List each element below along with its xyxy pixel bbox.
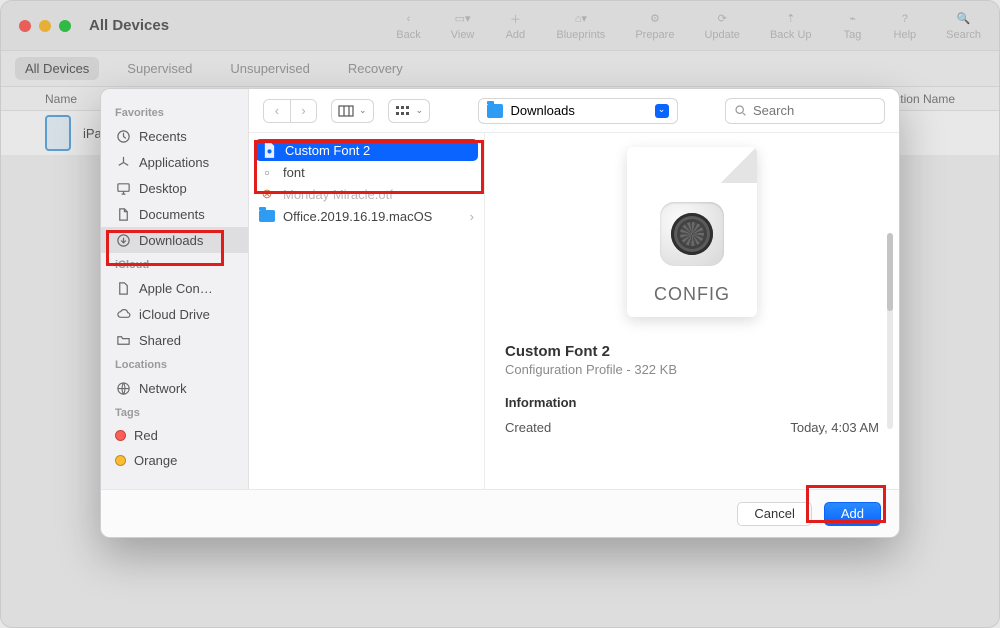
nav-forward-button[interactable]: ›	[290, 100, 316, 122]
section-locations: Locations	[101, 353, 248, 375]
tag-red-icon	[115, 430, 126, 441]
file-name: Custom Font 2	[285, 143, 370, 158]
sidebar-item-icloud-drive[interactable]: iCloud Drive	[101, 301, 248, 327]
sidebar-item-label: Documents	[139, 207, 205, 222]
sidebar-item-label: Network	[139, 381, 187, 396]
kv-value: Today, 4:03 AM	[790, 420, 879, 435]
file-row[interactable]: Custom Font 2	[255, 139, 478, 161]
sidebar-tag-red[interactable]: Red	[101, 423, 248, 448]
group-by-button[interactable]: ⌄	[388, 99, 431, 123]
open-panel-sidebar[interactable]: Favorites Recents Applications Desktop	[101, 89, 249, 489]
preview-thumb: CONFIG	[627, 147, 757, 317]
preview-metadata: Custom Font 2 Configuration Profile - 32…	[505, 343, 879, 435]
path-label: Downloads	[511, 103, 575, 118]
search-input[interactable]	[725, 98, 885, 124]
download-icon	[115, 232, 131, 248]
sidebar-item-recents[interactable]: Recents	[101, 123, 248, 149]
chevron-right-icon: ›	[470, 209, 474, 224]
section-tags: Tags	[101, 401, 248, 423]
folder-icon	[115, 332, 131, 348]
kv-key: Created	[505, 420, 551, 435]
file-row[interactable]: ▫︎ font	[249, 161, 484, 183]
document-icon	[115, 280, 131, 296]
folder-icon	[487, 104, 503, 118]
tag-orange-icon	[115, 455, 126, 466]
search-text-field[interactable]	[753, 103, 876, 118]
sidebar-item-desktop[interactable]: Desktop	[101, 175, 248, 201]
cancel-button[interactable]: Cancel	[737, 502, 811, 526]
menu-indicator-icon	[655, 104, 669, 118]
font-icon: ⊗	[259, 186, 275, 202]
globe-icon	[115, 380, 131, 396]
preview-badge: CONFIG	[654, 284, 730, 305]
sidebar-item-label: Shared	[139, 333, 181, 348]
file-row[interactable]: Office.2019.16.19.macOS ›	[249, 205, 484, 227]
sidebar-item-label: Orange	[134, 453, 177, 468]
open-panel-footer: Cancel Add	[101, 489, 899, 537]
file-name: Office.2019.16.19.macOS	[283, 209, 432, 224]
file-name: font	[283, 165, 305, 180]
clock-icon	[115, 128, 131, 144]
view-columns-button[interactable]: ⌄	[331, 99, 374, 123]
gear-icon	[660, 202, 724, 266]
chevron-down-icon: ⌄	[359, 105, 367, 116]
file-row[interactable]: ⊗ Monday Miracle.otf	[249, 183, 484, 205]
sidebar-item-label: Desktop	[139, 181, 187, 196]
sidebar-item-label: Apple Con…	[139, 281, 213, 296]
file-name: Monday Miracle.otf	[283, 187, 393, 202]
sidebar-item-applications[interactable]: Applications	[101, 149, 248, 175]
section-favorites: Favorites	[101, 101, 248, 123]
sidebar-item-documents[interactable]: Documents	[101, 201, 248, 227]
sidebar-item-label: Red	[134, 428, 158, 443]
open-panel: Favorites Recents Applications Desktop	[100, 88, 900, 538]
desktop-icon	[115, 180, 131, 196]
sidebar-item-downloads[interactable]: Downloads	[101, 227, 248, 253]
document-icon	[115, 206, 131, 222]
section-icloud: iCloud	[101, 253, 248, 275]
preview-column: CONFIG Custom Font 2 Configuration Profi…	[485, 133, 899, 489]
sidebar-item-shared[interactable]: Shared	[101, 327, 248, 353]
chevron-down-icon: ⌄	[416, 105, 424, 116]
column-browser: Custom Font 2 ▫︎ font ⊗ Monday Miracle.o…	[249, 133, 899, 489]
nav-arrows: ‹ ›	[263, 99, 317, 123]
apps-icon	[115, 154, 131, 170]
preview-kv-created: Created Today, 4:03 AM	[505, 420, 879, 435]
sidebar-item-label: Downloads	[139, 233, 203, 248]
image-icon: ▫︎	[259, 164, 275, 180]
sidebar-item-label: Applications	[139, 155, 209, 170]
nav-back-button[interactable]: ‹	[264, 100, 290, 122]
preview-title: Custom Font 2	[505, 343, 879, 360]
add-button[interactable]: Add	[824, 502, 881, 526]
sidebar-item-label: iCloud Drive	[139, 307, 210, 322]
sidebar-tag-orange[interactable]: Orange	[101, 448, 248, 473]
search-icon	[734, 104, 747, 117]
folder-icon	[259, 208, 275, 224]
preview-info-header: Information	[505, 395, 879, 410]
grid-icon	[395, 105, 411, 117]
columns-icon	[338, 105, 354, 117]
sidebar-item-apple-configurator[interactable]: Apple Con…	[101, 275, 248, 301]
scrollbar[interactable]	[887, 233, 893, 429]
sidebar-item-network[interactable]: Network	[101, 375, 248, 401]
preview-subtitle: Configuration Profile - 322 KB	[505, 362, 879, 377]
profile-icon	[261, 142, 277, 158]
cloud-icon	[115, 306, 131, 322]
open-panel-toolbar: ‹ › ⌄ ⌄ D	[249, 89, 899, 133]
sidebar-item-label: Recents	[139, 129, 187, 144]
file-list-column[interactable]: Custom Font 2 ▫︎ font ⊗ Monday Miracle.o…	[249, 133, 485, 489]
path-popup-button[interactable]: Downloads	[478, 98, 678, 124]
